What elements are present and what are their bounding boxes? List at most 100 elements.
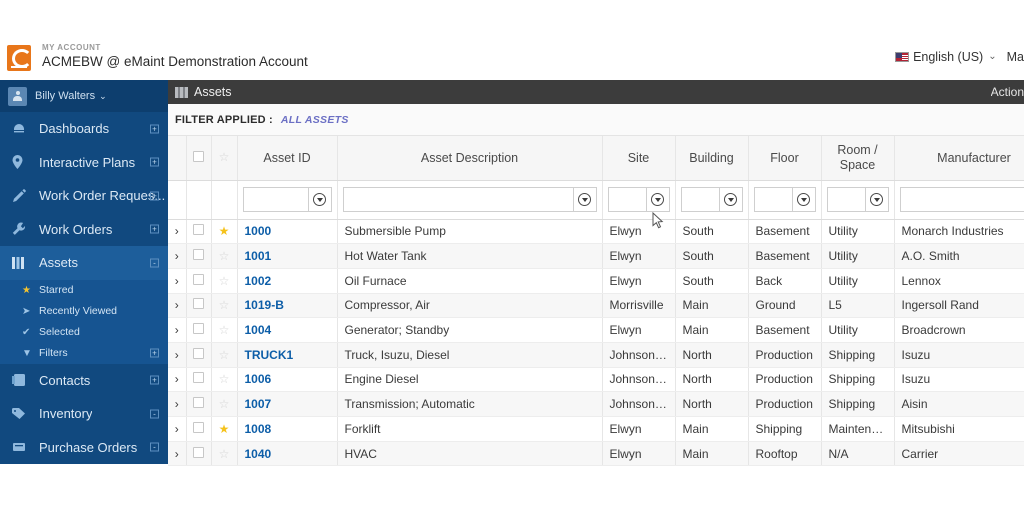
row-checkbox-cell[interactable] <box>186 367 212 393</box>
checkbox-icon[interactable] <box>193 298 204 310</box>
table-row[interactable]: › ☆ 1001 Hot Water Tank Elwyn South Basement Ut… <box>168 243 1024 269</box>
header-manufacturer[interactable]: Manufacturer <box>894 136 1024 181</box>
sidebar-item-recently-viewed[interactable]: ➤ Recently Viewed <box>0 301 168 322</box>
table-row[interactable]: › ☆ 1007 Transmission; Automatic Johnson C..… <box>168 391 1024 417</box>
header-floor[interactable]: Floor <box>748 136 822 181</box>
sidebar-user[interactable]: Billy Walters ⌄ <box>0 80 168 112</box>
row-star-cell[interactable]: ★ <box>211 416 238 442</box>
sidebar-item-assets[interactable]: Assets - <box>0 246 168 440</box>
row-expand-toggle[interactable]: › <box>168 391 187 417</box>
row-expand-toggle[interactable]: › <box>168 317 187 343</box>
cell-asset-id[interactable]: TRUCK1 <box>237 342 338 368</box>
star-icon[interactable]: ☆ <box>219 274 230 288</box>
expand-icon[interactable]: + <box>150 375 159 385</box>
table-row[interactable]: › ☆ 1040 HVAC Elwyn Main Rooftop N/A Carrier <box>168 441 1024 467</box>
expand-icon[interactable]: + <box>150 157 159 167</box>
row-expand-toggle[interactable]: › <box>168 416 187 442</box>
header-building[interactable]: Building <box>675 136 749 181</box>
filter-input-asset-id[interactable] <box>242 187 308 212</box>
filter-input-floor[interactable] <box>753 187 792 212</box>
checkbox-icon[interactable] <box>193 273 204 285</box>
row-checkbox-cell[interactable] <box>186 293 212 319</box>
cell-asset-id[interactable]: 1019-B <box>237 293 338 319</box>
collapse-icon[interactable]: - <box>150 258 159 268</box>
sidebar-item-starred[interactable]: ★ Starred <box>0 280 168 301</box>
sidebar-item-work-order-requests[interactable]: Work Order Reques... + <box>0 179 168 213</box>
filter-dropdown-building[interactable] <box>718 187 743 212</box>
star-icon[interactable]: ☆ <box>219 348 230 362</box>
expand-icon[interactable]: + <box>150 191 159 201</box>
row-star-cell[interactable]: ☆ <box>211 342 238 368</box>
account-menu-truncated[interactable]: Ma <box>1007 50 1024 64</box>
star-icon[interactable]: ★ <box>219 422 230 436</box>
sidebar-item-inventory[interactable]: Inventory - <box>0 397 168 431</box>
row-star-cell[interactable]: ☆ <box>211 243 238 269</box>
row-checkbox-cell[interactable] <box>186 416 212 442</box>
row-checkbox-cell[interactable] <box>186 317 212 343</box>
row-star-cell[interactable]: ☆ <box>211 441 238 467</box>
collapse-icon[interactable]: - <box>150 442 159 452</box>
row-expand-toggle[interactable]: › <box>168 441 187 467</box>
row-expand-toggle[interactable]: › <box>168 268 187 294</box>
emaint-logo-icon[interactable] <box>7 44 32 71</box>
header-star[interactable]: ☆ <box>211 136 238 181</box>
sidebar-item-selected[interactable]: ✔ Selected <box>0 322 168 343</box>
filter-dropdown-description[interactable] <box>572 187 597 212</box>
row-expand-toggle[interactable]: › <box>168 367 187 393</box>
row-expand-toggle[interactable]: › <box>168 293 187 319</box>
star-icon[interactable]: ☆ <box>219 323 230 337</box>
cell-asset-id[interactable]: 1006 <box>237 367 338 393</box>
row-star-cell[interactable]: ☆ <box>211 367 238 393</box>
row-star-cell[interactable]: ☆ <box>211 293 238 319</box>
language-selector[interactable]: English (US) ⌄ <box>895 50 997 64</box>
row-star-cell[interactable]: ☆ <box>211 391 238 417</box>
checkbox-icon[interactable] <box>193 446 204 458</box>
table-row[interactable]: › ☆ TRUCK1 Truck, Isuzu, Diesel Johnson C...… <box>168 342 1024 368</box>
sidebar-item-purchase-orders[interactable]: Purchase Orders - <box>0 431 168 465</box>
header-select-all[interactable] <box>186 136 212 181</box>
header-room-space[interactable]: Room / Space <box>821 136 895 181</box>
filter-input-description[interactable] <box>342 187 573 212</box>
table-row[interactable]: › ★ 1008 Forklift Elwyn Main Shipping Maintena.… <box>168 416 1024 442</box>
table-row[interactable]: › ☆ 1004 Generator; Standby Elwyn Main Basemen… <box>168 317 1024 343</box>
table-row[interactable]: › ☆ 1006 Engine Diesel Johnson C... North Prod… <box>168 367 1024 393</box>
row-expand-toggle[interactable]: › <box>168 342 187 368</box>
table-row[interactable]: › ★ 1000 Submersible Pump Elwyn South Basement… <box>168 219 1024 245</box>
filter-input-building[interactable] <box>680 187 719 212</box>
header-asset-description[interactable]: Asset Description <box>337 136 603 181</box>
cell-asset-id[interactable]: 1007 <box>237 391 338 417</box>
header-asset-id[interactable]: Asset ID <box>237 136 338 181</box>
row-checkbox-cell[interactable] <box>186 268 212 294</box>
table-row[interactable]: › ☆ 1002 Oil Furnace Elwyn South Back Utility Le… <box>168 268 1024 294</box>
table-row[interactable]: › ☆ 1019-B Compressor, Air Morrisville Main Gr… <box>168 293 1024 319</box>
row-star-cell[interactable]: ☆ <box>211 268 238 294</box>
sidebar-item-filters[interactable]: ▼ Filters + <box>0 343 168 364</box>
row-checkbox-cell[interactable] <box>186 441 212 467</box>
star-icon[interactable]: ☆ <box>219 249 230 263</box>
cell-asset-id[interactable]: 1008 <box>237 416 338 442</box>
cell-asset-id[interactable]: 1002 <box>237 268 338 294</box>
checkbox-icon[interactable] <box>193 323 204 335</box>
star-icon[interactable]: ★ <box>219 224 230 238</box>
filter-input-room[interactable] <box>826 187 865 212</box>
cell-asset-id[interactable]: 1001 <box>237 243 338 269</box>
filter-dropdown-floor[interactable] <box>791 187 816 212</box>
sidebar-item-dashboards[interactable]: Dashboards + <box>0 112 168 146</box>
checkbox-icon[interactable] <box>193 372 204 384</box>
filter-dropdown-site[interactable] <box>645 187 670 212</box>
checkbox-icon[interactable] <box>193 224 204 236</box>
filter-applied-value[interactable]: ALL ASSETS <box>281 114 349 126</box>
filter-dropdown-room[interactable] <box>864 187 889 212</box>
row-expand-toggle[interactable]: › <box>168 219 187 245</box>
checkbox-icon[interactable] <box>193 347 204 359</box>
collapse-icon[interactable]: - <box>150 409 159 419</box>
filter-dropdown-asset-id[interactable] <box>307 187 332 212</box>
sidebar-item-work-orders[interactable]: Work Orders + <box>0 213 168 247</box>
filter-input-manufacturer[interactable] <box>899 187 1024 212</box>
star-icon[interactable]: ☆ <box>219 298 230 312</box>
filter-input-site[interactable] <box>607 187 646 212</box>
row-checkbox-cell[interactable] <box>186 342 212 368</box>
cell-asset-id[interactable]: 1004 <box>237 317 338 343</box>
cell-asset-id[interactable]: 1000 <box>237 219 338 245</box>
star-icon[interactable]: ☆ <box>219 397 230 411</box>
